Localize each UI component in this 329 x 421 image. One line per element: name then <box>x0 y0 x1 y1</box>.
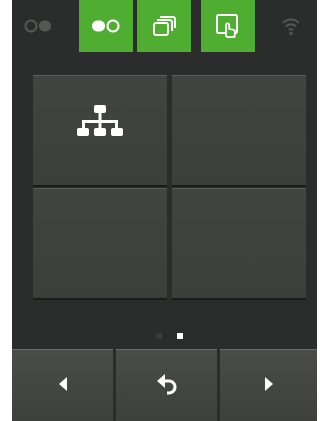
page-dot-1[interactable] <box>156 333 162 339</box>
tape-icon <box>91 18 121 34</box>
windows-mode-button[interactable] <box>137 0 191 52</box>
wifi-button[interactable] <box>264 0 317 52</box>
back-button[interactable] <box>116 349 217 421</box>
stacked-windows-icon <box>152 15 176 37</box>
tape-mode-button[interactable] <box>79 0 133 52</box>
device-screen <box>12 0 317 421</box>
touch-mode-button[interactable] <box>201 0 255 52</box>
wifi-icon <box>280 15 302 37</box>
page-dot-2-active[interactable] <box>177 333 183 339</box>
next-button[interactable] <box>220 349 317 421</box>
previous-button[interactable] <box>12 349 113 421</box>
top-mode-bar <box>12 0 317 52</box>
grid-tile-network[interactable] <box>33 75 167 185</box>
arrow-right-icon <box>262 376 276 396</box>
grid-tile-empty[interactable] <box>33 188 167 298</box>
record-button[interactable] <box>12 0 66 52</box>
arrow-left-icon <box>56 376 70 396</box>
grid-tile-empty[interactable] <box>172 188 306 298</box>
undo-back-icon <box>155 372 179 400</box>
touch-screen-icon <box>215 13 241 39</box>
bottom-nav-bar <box>12 349 317 421</box>
record-icon <box>24 18 54 34</box>
grid-tile-empty[interactable] <box>172 75 306 185</box>
